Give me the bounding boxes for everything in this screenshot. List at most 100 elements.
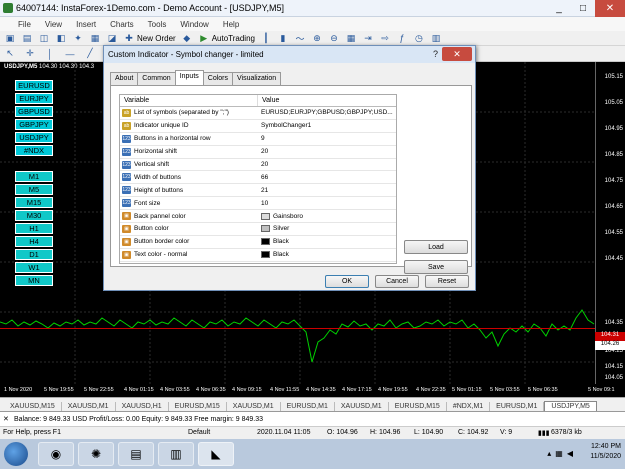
navigator-icon[interactable]: ✦	[72, 33, 84, 44]
chart-tab[interactable]: XAUUSD,M15	[4, 402, 62, 411]
input-row[interactable]: ▣ Text color - normal Black	[120, 249, 396, 262]
input-value-cell[interactable]: 20	[258, 161, 396, 168]
input-row[interactable]: 123 Horizontal shift 20	[120, 146, 396, 159]
close-terminal-icon[interactable]: ✕	[3, 415, 9, 423]
input-value-cell[interactable]: SymbolChanger1	[258, 122, 396, 129]
input-row[interactable]: ▣Text color - selectedRed	[120, 262, 396, 263]
menu-insert[interactable]: Insert	[76, 20, 96, 29]
timeframe-button-h1[interactable]: H1	[15, 223, 53, 234]
chart-tab[interactable]: EURUSD,M15	[169, 402, 227, 411]
dialog-help-button[interactable]: ?	[433, 49, 438, 59]
input-value-cell[interactable]: 10	[258, 200, 396, 207]
menu-tools[interactable]: Tools	[148, 20, 167, 29]
chart-tab[interactable]: XAUUSD,M1	[335, 402, 389, 411]
new-chart-icon[interactable]: ▣	[4, 33, 16, 44]
app-icon-red[interactable]: ✺	[78, 442, 114, 466]
vertical-line-icon[interactable]: │	[44, 48, 56, 59]
input-row[interactable]: ▣ Button color Silver	[120, 223, 396, 236]
tab-visualization[interactable]: Visualization	[232, 72, 282, 85]
symbol-button-usdjpy[interactable]: USDJPY	[15, 132, 53, 143]
auto-scroll-icon[interactable]: ⇨	[379, 33, 391, 44]
chart-tab[interactable]: XAUUSD,H1	[116, 402, 169, 411]
timeframe-button-m1[interactable]: M1	[15, 171, 53, 182]
reset-button[interactable]: Reset	[425, 275, 469, 288]
symbol-button-gbpusd[interactable]: GBPUSD	[15, 106, 53, 117]
input-row[interactable]: ab Indicator unique ID SymbolChanger1	[120, 120, 396, 133]
zoom-in-icon[interactable]: ⊕	[311, 33, 323, 44]
files-icon[interactable]: ▥	[158, 442, 194, 466]
chart-tab[interactable]: EURUSD,M1	[281, 402, 335, 411]
volume-icon[interactable]: ◀	[567, 449, 573, 458]
chrome-icon[interactable]: ◉	[38, 442, 74, 466]
crosshair-icon[interactable]: ✛	[24, 48, 36, 59]
tab-inputs[interactable]: Inputs	[174, 70, 204, 85]
menu-file[interactable]: File	[18, 20, 31, 29]
input-row[interactable]: ▣ Button border color Black	[120, 236, 396, 249]
chart-tab[interactable]: #NDX,M1	[447, 402, 491, 411]
timeframe-button-h4[interactable]: H4	[15, 236, 53, 247]
periods-icon[interactable]: ◷	[413, 33, 425, 44]
input-row[interactable]: 123 Width of buttons 66	[120, 171, 396, 185]
menu-view[interactable]: View	[45, 20, 62, 29]
tester-icon[interactable]: ◪	[106, 33, 118, 44]
market-watch-icon[interactable]: ◫	[38, 33, 50, 44]
symbol-button-ndx[interactable]: #NDX	[15, 145, 53, 156]
menu-help[interactable]: Help	[223, 20, 239, 29]
chart-tab[interactable]: XAUUSD,M1	[62, 402, 116, 411]
ok-button[interactable]: OK	[325, 275, 369, 288]
input-value-cell[interactable]: Black	[258, 251, 396, 259]
input-value-cell[interactable]: Gainsboro	[258, 212, 396, 220]
explorer-icon[interactable]: ▤	[118, 442, 154, 466]
save-button[interactable]: Save	[404, 260, 468, 274]
input-row[interactable]: 123 Height of buttons 21	[120, 184, 396, 198]
timeframe-button-m15[interactable]: M15	[15, 197, 53, 208]
timeframe-button-m30[interactable]: M30	[15, 210, 53, 221]
autotrading-button[interactable]: ▶ AutoTrading	[198, 33, 255, 44]
symbol-button-gbpjpy[interactable]: GBPJPY	[15, 119, 53, 130]
timeframe-button-w1[interactable]: W1	[15, 262, 53, 273]
network-icon[interactable]: ▦	[555, 449, 563, 458]
input-value-cell[interactable]: Silver	[258, 225, 396, 233]
zoom-out-icon[interactable]: ⊖	[328, 33, 340, 44]
load-button[interactable]: Load	[404, 240, 468, 254]
data-window-icon[interactable]: ◧	[55, 33, 67, 44]
tab-colors[interactable]: Colors	[202, 72, 234, 85]
start-button[interactable]	[4, 442, 28, 466]
minimize-button[interactable]: _	[547, 0, 571, 17]
input-value-cell[interactable]: Black	[258, 238, 396, 246]
cancel-button[interactable]: Cancel	[375, 275, 419, 288]
dialog-close-button[interactable]: ✕	[442, 47, 472, 61]
tray-chevron-icon[interactable]: ▴	[547, 449, 551, 458]
horizontal-line-icon[interactable]: —	[64, 48, 76, 59]
bar-chart-icon[interactable]: ┃	[260, 33, 272, 44]
cursor-icon[interactable]: ↖	[4, 48, 16, 59]
close-button[interactable]: ✕	[595, 0, 625, 17]
clock[interactable]: 12:40 PM 11/5/2020	[590, 442, 621, 462]
timeframe-button-mn[interactable]: MN	[15, 275, 53, 286]
chart-tab[interactable]: EURUSD,M15	[389, 402, 447, 411]
symbol-button-eurusd[interactable]: EURUSD	[15, 80, 53, 91]
menu-charts[interactable]: Charts	[110, 20, 134, 29]
input-value-cell[interactable]: EURUSD;EURJPY;GBPUSD;GBPJPY;USD...	[258, 109, 396, 116]
input-row[interactable]: ab List of symbols (separated by ";") EURU…	[120, 107, 396, 120]
new-order-button[interactable]: ✚ New Order	[123, 33, 175, 44]
indicators-icon[interactable]: ƒ	[396, 33, 408, 44]
metatrader-icon[interactable]: ◣	[198, 442, 234, 466]
timeframe-button-m5[interactable]: M5	[15, 184, 53, 195]
terminal-icon[interactable]: ▦	[89, 33, 101, 44]
line-chart-icon[interactable]: 〜	[294, 33, 306, 44]
tile-windows-icon[interactable]: ▦	[345, 33, 357, 44]
trendline-icon[interactable]: ╱	[84, 48, 96, 59]
input-value-cell[interactable]: 9	[258, 135, 396, 142]
meta-editor-icon[interactable]: ◆	[181, 33, 193, 44]
chart-tab-active[interactable]: USDJPY,M5	[544, 401, 597, 411]
input-row[interactable]: 123 Font size 10	[120, 197, 396, 211]
candlestick-icon[interactable]: ▮	[277, 33, 289, 44]
chart-tab[interactable]: EURUSD,M1	[490, 402, 545, 411]
chart-shift-icon[interactable]: ⇥	[362, 33, 374, 44]
input-value-cell[interactable]: 66	[258, 174, 396, 181]
maximize-button[interactable]: □	[571, 0, 595, 17]
tab-about[interactable]: About	[110, 72, 139, 85]
timeframe-button-d1[interactable]: D1	[15, 249, 53, 260]
input-row[interactable]: 123 Buttons in a horizontal row 9	[120, 133, 396, 146]
